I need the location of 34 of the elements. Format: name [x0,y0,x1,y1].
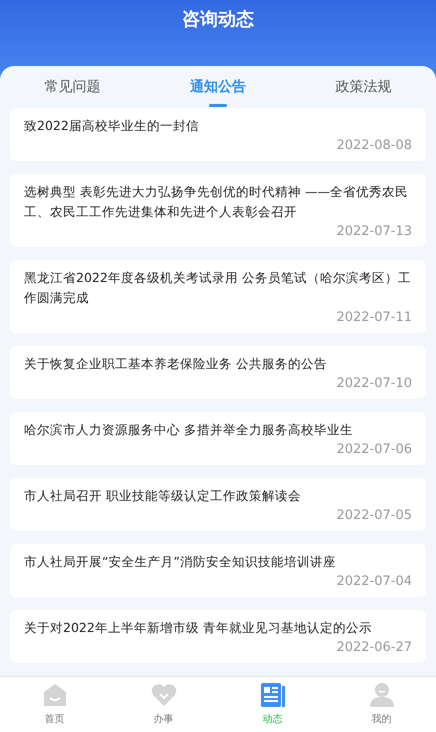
news-card[interactable]: 致2022届高校毕业生的一封信 2022-08-08 [10,108,426,161]
heart-icon [150,683,176,707]
page-title: 咨询动态 [182,8,254,32]
news-card[interactable]: 市人社局开展“安全生产月”消防安全知识技能培训讲座 2022-07-04 [10,544,426,597]
news-date: 2022-07-11 [336,309,412,327]
tab[interactable]: 政策法规 [331,66,396,108]
news-title: 关于恢复企业职工基本养老保险业务 公共服务的公告 [24,355,328,373]
news-card[interactable]: 选树典型 表彰先进大力弘扬争先创优的时代精神 ——全省优秀农民工、农民工工作先进集体和先进个人表彰会召开 2022-07-13 [10,174,426,247]
news-title: 哈尔滨市人力资源服务中心 多措并举全力服务高校毕业生 [24,421,354,439]
news-title: 选树典型 表彰先进大力弘扬争先创优的时代精神 ——全省优秀农民工、农民工工作先进集体和先进个人表彰会召开 [24,183,409,221]
news-date: 2022-07-13 [336,223,412,241]
newspaper-icon [260,682,286,708]
nav-item[interactable]: 我的 [327,677,436,732]
news-title: 黑龙江省2022年度各级机关考试录用 公务员笔试（哈尔滨考区）工作圆满完成 [24,269,412,307]
news-card[interactable]: 关于对2022年上半年新增市级 青年就业见习基地认定的公示 2022-06-27 [10,610,426,663]
news-title: 市人社局召开 职业技能等级认定工作政策解读会 [24,487,302,505]
person-icon [368,682,394,708]
news-title: 关于对2022年上半年新增市级 青年就业见习基地认定的公示 [24,619,373,637]
news-date: 2022-06-27 [336,639,412,657]
news-card[interactable]: 关于恢复企业职工基本养老保险业务 公共服务的公告 2022-07-10 [10,346,426,399]
news-date: 2022-08-08 [336,137,412,155]
home-icon [42,683,66,707]
news-title: 市人社局开展“安全生产月”消防安全知识技能培训讲座 [24,553,337,571]
news-date: 2022-07-10 [336,375,412,393]
news-date: 2022-07-06 [336,441,412,459]
news-date: 2022-07-05 [336,507,412,525]
nav-item[interactable]: 办事 [109,677,218,732]
tab[interactable]: 常见问题 [40,66,105,108]
nav-item[interactable]: 首页 [0,677,109,732]
news-card[interactable]: 哈尔滨市人力资源服务中心 多措并举全力服务高校毕业生 2022-07-06 [10,412,426,465]
news-title: 致2022届高校毕业生的一封信 [24,117,200,135]
news-card[interactable]: 黑龙江省2022年度各级机关考试录用 公务员笔试（哈尔滨考区）工作圆满完成 2022-07-11 [10,260,426,333]
news-date: 2022-07-04 [336,573,412,591]
news-card[interactable]: 市人社局召开 职业技能等级认定工作政策解读会 2022-07-05 [10,478,426,531]
